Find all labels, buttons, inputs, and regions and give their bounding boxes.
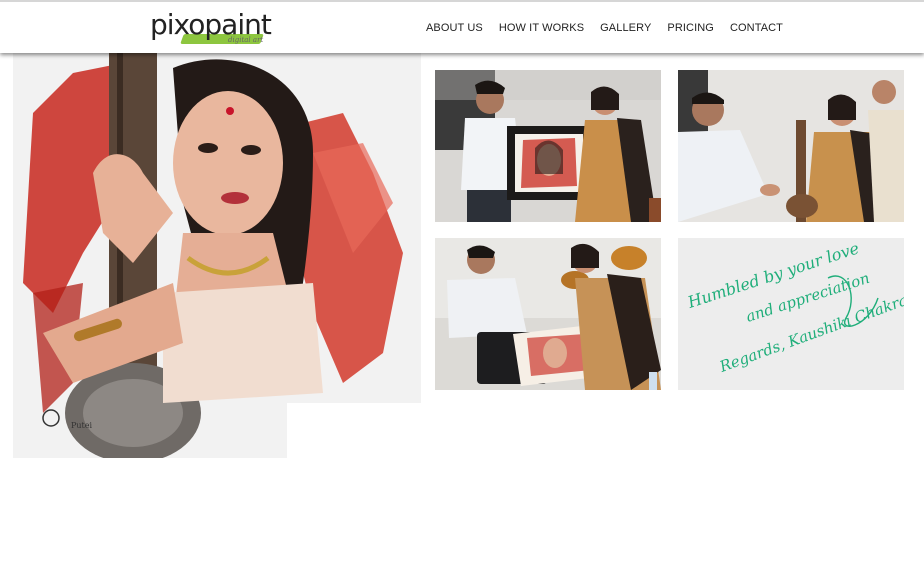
hero-portrait-painting[interactable]: Putei xyxy=(13,53,421,458)
site-header: pixopaint digital art ABOUT US HOW IT WO… xyxy=(0,0,924,53)
nav-pricing[interactable]: PRICING xyxy=(667,22,714,34)
nav-about-us[interactable]: ABOUT US xyxy=(426,22,483,34)
photo-presenting-portrait[interactable] xyxy=(435,70,661,222)
photo-handshake[interactable] xyxy=(678,70,904,222)
svg-text:Putei: Putei xyxy=(71,421,92,430)
photo-signing-canvas[interactable] xyxy=(435,238,661,390)
nav-how-it-works[interactable]: HOW IT WORKS xyxy=(499,22,584,34)
main-nav: ABOUT US HOW IT WORKS GALLERY PRICING CO… xyxy=(426,22,783,34)
logo-tagline: digital art xyxy=(228,36,264,44)
photo-handwritten-note[interactable]: Humbled by your love and appreciation Re… xyxy=(678,238,904,390)
nav-contact[interactable]: CONTACT xyxy=(730,22,783,34)
pixopaint-logo[interactable]: pixopaint digital art xyxy=(148,8,272,48)
nav-gallery[interactable]: GALLERY xyxy=(600,22,651,34)
